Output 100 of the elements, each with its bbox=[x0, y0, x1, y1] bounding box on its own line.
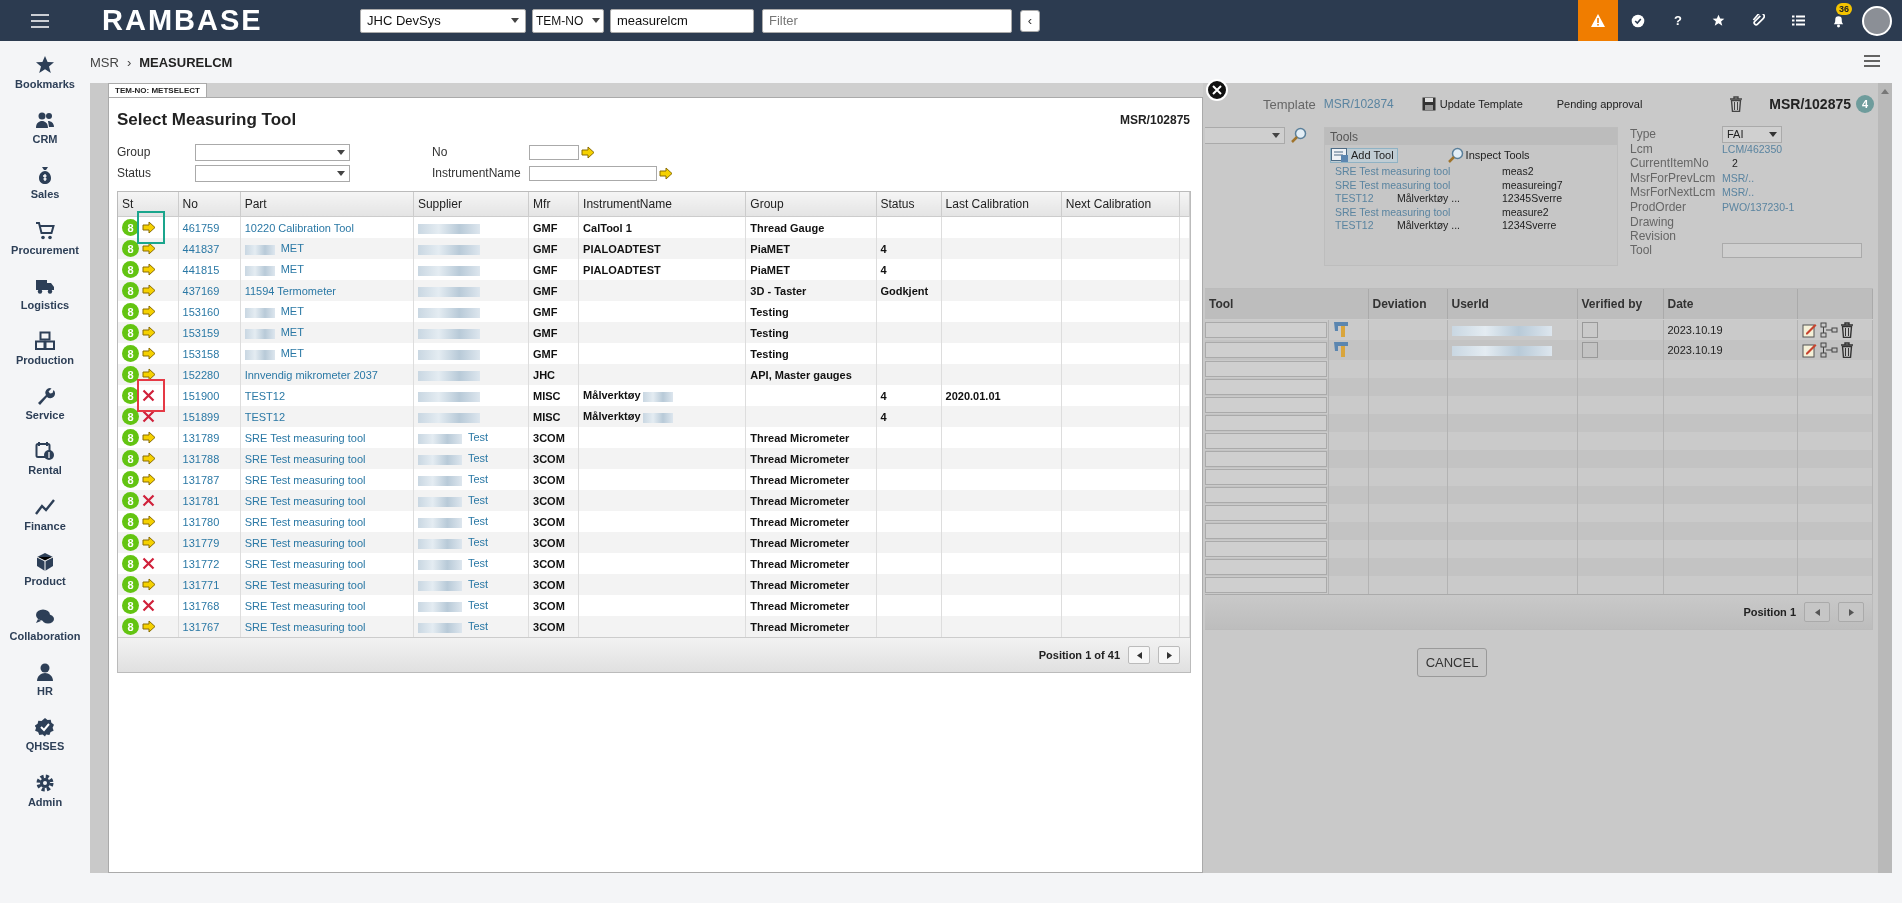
supplier-link[interactable]: Test bbox=[467, 431, 489, 444]
sidebar-item[interactable]: CRM bbox=[0, 100, 90, 156]
filter-select[interactable] bbox=[195, 164, 350, 182]
company-select[interactable]: JHC DevSys bbox=[360, 8, 526, 33]
tool-field[interactable] bbox=[1205, 523, 1327, 539]
sidebar-item[interactable]: Production bbox=[0, 320, 90, 377]
checkbox[interactable] bbox=[1581, 342, 1598, 358]
column-header[interactable]: InstrumentName bbox=[578, 192, 746, 217]
number-link[interactable]: 441815 bbox=[182, 263, 220, 276]
tool-field[interactable] bbox=[1205, 487, 1327, 503]
tool-field[interactable] bbox=[1205, 397, 1327, 413]
column-header[interactable]: St bbox=[118, 192, 179, 217]
number-link[interactable]: 131788 bbox=[182, 452, 220, 465]
number-link[interactable]: 131780 bbox=[182, 515, 220, 528]
column-header[interactable]: Last Calibration bbox=[941, 192, 1062, 217]
supplier-link[interactable]: Test bbox=[467, 536, 489, 549]
tool-field[interactable] bbox=[1205, 469, 1327, 485]
table-row[interactable]: 8 461759 10220 Calibration Tool GMF CalTool 1 Thread Gauge bbox=[118, 216, 1190, 238]
number-link[interactable]: 153160 bbox=[182, 305, 220, 318]
number-link[interactable]: 151899 bbox=[182, 410, 220, 423]
table-row[interactable]: 8 131788 SRE Test measuring tool Test 3COM Thread Micrometer bbox=[118, 448, 1190, 469]
part-link[interactable]: SRE Test measuring tool bbox=[244, 515, 366, 528]
sidebar-item[interactable]: Logistics bbox=[0, 265, 90, 321]
tool-field[interactable] bbox=[1205, 559, 1327, 575]
part-link[interactable]: 10220 Calibration Tool bbox=[244, 221, 354, 234]
part-link[interactable]: TEST12 bbox=[244, 410, 285, 423]
sidebar-item[interactable]: Product bbox=[0, 541, 90, 597]
next-button[interactable] bbox=[1158, 646, 1180, 664]
column-header[interactable]: Verified by bbox=[1577, 289, 1663, 320]
column-header[interactable]: No bbox=[178, 192, 241, 217]
sidebar-item[interactable]: QHSES bbox=[0, 707, 90, 763]
number-link[interactable]: 153159 bbox=[182, 326, 220, 339]
cancel-button[interactable]: CANCEL bbox=[1417, 648, 1487, 677]
number-link[interactable]: 131771 bbox=[182, 578, 220, 591]
part-link[interactable]: SRE Test measuring tool bbox=[244, 536, 366, 549]
filter-field[interactable] bbox=[529, 144, 579, 160]
table-row[interactable]: 8 131787 SRE Test measuring tool Test 3COM Thread Micrometer bbox=[118, 469, 1190, 490]
number-link[interactable]: 461759 bbox=[182, 221, 220, 234]
sidebar-item[interactable]: Rental bbox=[0, 431, 90, 487]
table-row[interactable]: 8 131780 SRE Test measuring tool Test 3COM Thread Micrometer bbox=[118, 511, 1190, 532]
table-row[interactable]: 8 152280 Innvendig mikrometer 2037 JHC API, Master gauges bbox=[118, 364, 1190, 385]
part-link[interactable]: 11594 Termometer bbox=[244, 284, 336, 297]
table-row[interactable]: 8 437169 11594 Termometer GMF 3D - Taster Godkjent bbox=[118, 280, 1190, 301]
inspect-tools-button[interactable]: Inspect Tools bbox=[1447, 147, 1530, 163]
tool-field[interactable] bbox=[1722, 242, 1862, 258]
tool-field[interactable] bbox=[1205, 451, 1327, 467]
table-row[interactable]: 8 131768 SRE Test measuring tool Test 3COM Thread Micrometer bbox=[118, 595, 1190, 616]
sidebar-item[interactable]: Finance bbox=[0, 486, 90, 542]
table-row[interactable]: 8 131772 SRE Test measuring tool Test 3COM Thread Micrometer bbox=[118, 553, 1190, 574]
number-link[interactable]: 131768 bbox=[182, 599, 220, 612]
tool-field[interactable] bbox=[1205, 379, 1327, 395]
sidebar-item[interactable]: Procurement bbox=[0, 210, 90, 266]
tool-field[interactable] bbox=[1205, 505, 1327, 521]
avatar[interactable] bbox=[1862, 5, 1892, 36]
sidebar-item[interactable]: Service bbox=[0, 376, 90, 432]
part-link[interactable]: Innvendig mikrometer 2037 bbox=[244, 368, 378, 381]
tool-field[interactable] bbox=[1205, 322, 1327, 338]
help-button[interactable]: ? bbox=[1658, 0, 1698, 41]
supplier-link[interactable]: Test bbox=[467, 557, 489, 570]
column-header[interactable]: Part bbox=[240, 192, 414, 217]
column-header[interactable]: Tool bbox=[1205, 289, 1368, 320]
part-link[interactable]: MET bbox=[280, 242, 304, 255]
tool-field[interactable] bbox=[1205, 361, 1327, 377]
table-row[interactable]: 8 131789 SRE Test measuring tool Test 3COM Thread Micrometer bbox=[118, 427, 1190, 448]
tool-field[interactable] bbox=[1205, 415, 1327, 431]
number-link[interactable]: 437169 bbox=[182, 284, 220, 297]
part-link[interactable]: MET bbox=[280, 263, 304, 276]
table-row[interactable]: 8 131779 SRE Test measuring tool Test 3COM Thread Micrometer bbox=[118, 532, 1190, 553]
part-link[interactable]: SRE Test measuring tool bbox=[244, 431, 366, 444]
column-header[interactable]: Status bbox=[876, 192, 942, 217]
table-row[interactable]: 8 131767 SRE Test measuring tool Test 3COM Thread Micrometer bbox=[118, 616, 1190, 637]
tool-field[interactable] bbox=[1205, 541, 1327, 557]
dialog-tab[interactable]: TEM-NO: METSELECT bbox=[108, 83, 207, 97]
part-link[interactable]: SRE Test measuring tool bbox=[244, 473, 366, 486]
number-link[interactable]: 153158 bbox=[182, 347, 220, 360]
supplier-link[interactable]: Test bbox=[467, 620, 489, 633]
column-header[interactable]: Deviation bbox=[1368, 289, 1447, 320]
number-link[interactable]: 131772 bbox=[182, 557, 220, 570]
part-link[interactable]: TEST12 bbox=[244, 389, 285, 402]
column-header[interactable]: Date bbox=[1663, 289, 1797, 320]
sidebar-item[interactable]: Collaboration bbox=[0, 596, 90, 653]
previous-button[interactable] bbox=[1128, 646, 1150, 664]
sidebar-item[interactable]: Sales bbox=[0, 155, 90, 211]
table-row[interactable]: 8 151900 TEST12 MISC Målverktøy 4 2020.01.01 bbox=[118, 385, 1190, 406]
part-link[interactable]: MET bbox=[280, 305, 304, 318]
tool-field[interactable] bbox=[1205, 433, 1327, 449]
table-row[interactable]: 8 441837 MET GMF PIALOADTEST PiaMET 4 bbox=[118, 238, 1190, 259]
part-link[interactable]: SRE Test measuring tool bbox=[244, 557, 366, 570]
part-link[interactable]: SRE Test measuring tool bbox=[244, 620, 366, 633]
part-link[interactable]: SRE Test measuring tool bbox=[244, 452, 366, 465]
supplier-link[interactable]: Test bbox=[467, 452, 489, 465]
table-row[interactable]: 8 153159 MET GMF Testing bbox=[118, 322, 1190, 343]
tool-field[interactable] bbox=[1205, 577, 1327, 593]
supplier-link[interactable]: Test bbox=[467, 494, 489, 507]
sidebar-item[interactable]: Bookmarks bbox=[0, 45, 90, 101]
number-link[interactable]: 131779 bbox=[182, 536, 220, 549]
checkbox[interactable] bbox=[1581, 322, 1598, 338]
supplier-link[interactable]: Test bbox=[467, 578, 489, 591]
column-header[interactable]: UserId bbox=[1447, 289, 1577, 320]
table-row[interactable]: 8 153160 MET GMF Testing bbox=[118, 301, 1190, 322]
